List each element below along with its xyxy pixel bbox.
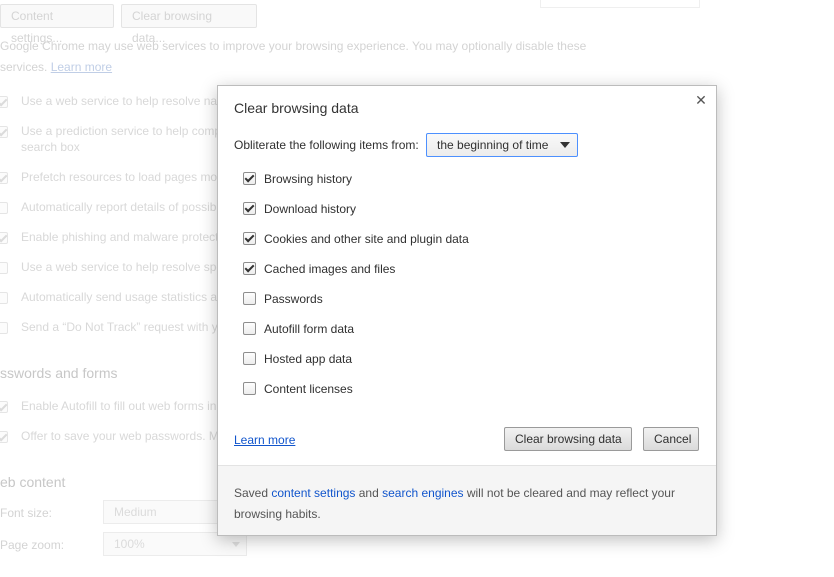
content-settings-link[interactable]: content settings [271, 486, 355, 500]
time-range-value: the beginning of time [437, 138, 549, 152]
clear-item-label: Cached images and files [264, 262, 396, 276]
checkbox[interactable] [243, 292, 256, 305]
footer-text: browsing habits. [234, 507, 321, 521]
clear-item-label: Passwords [264, 292, 323, 306]
dialog-footer-note: Saved content settings and search engine… [218, 465, 716, 535]
dialog-title: Clear browsing data [234, 100, 359, 116]
clear-item-label: Browsing history [264, 172, 353, 186]
clear-item-label: Cookies and other site and plugin data [264, 232, 469, 246]
checkbox[interactable] [243, 322, 256, 335]
checkbox[interactable] [243, 352, 256, 365]
footer-text: Saved [234, 486, 272, 500]
checkbox[interactable] [243, 382, 256, 395]
clear-item-label: Content licenses [264, 382, 353, 396]
checkbox[interactable] [243, 202, 256, 215]
obliterate-label: Obliterate the following items from: [234, 138, 419, 152]
clear-browsing-data-dialog: Clear browsing data ✕ Obliterate the fol… [217, 85, 717, 536]
learn-more-link[interactable]: Learn more [234, 433, 295, 447]
search-engines-link[interactable]: search engines [382, 486, 463, 500]
checkbox[interactable] [243, 262, 256, 275]
cancel-button[interactable]: Cancel [643, 427, 699, 451]
checkbox[interactable] [243, 232, 256, 245]
chevron-down-icon [560, 142, 570, 148]
time-range-select[interactable]: the beginning of time [426, 133, 578, 157]
clear-browsing-data-confirm-button[interactable]: Clear browsing data [504, 427, 632, 451]
clear-item-label: Download history [264, 202, 357, 216]
checkbox[interactable] [243, 172, 256, 185]
close-icon[interactable]: ✕ [693, 92, 709, 108]
footer-text: will not be cleared and may reflect your [463, 486, 675, 500]
footer-text: and [355, 486, 383, 500]
clear-item-label: Hosted app data [264, 352, 353, 366]
clear-item-label: Autofill form data [264, 322, 355, 336]
